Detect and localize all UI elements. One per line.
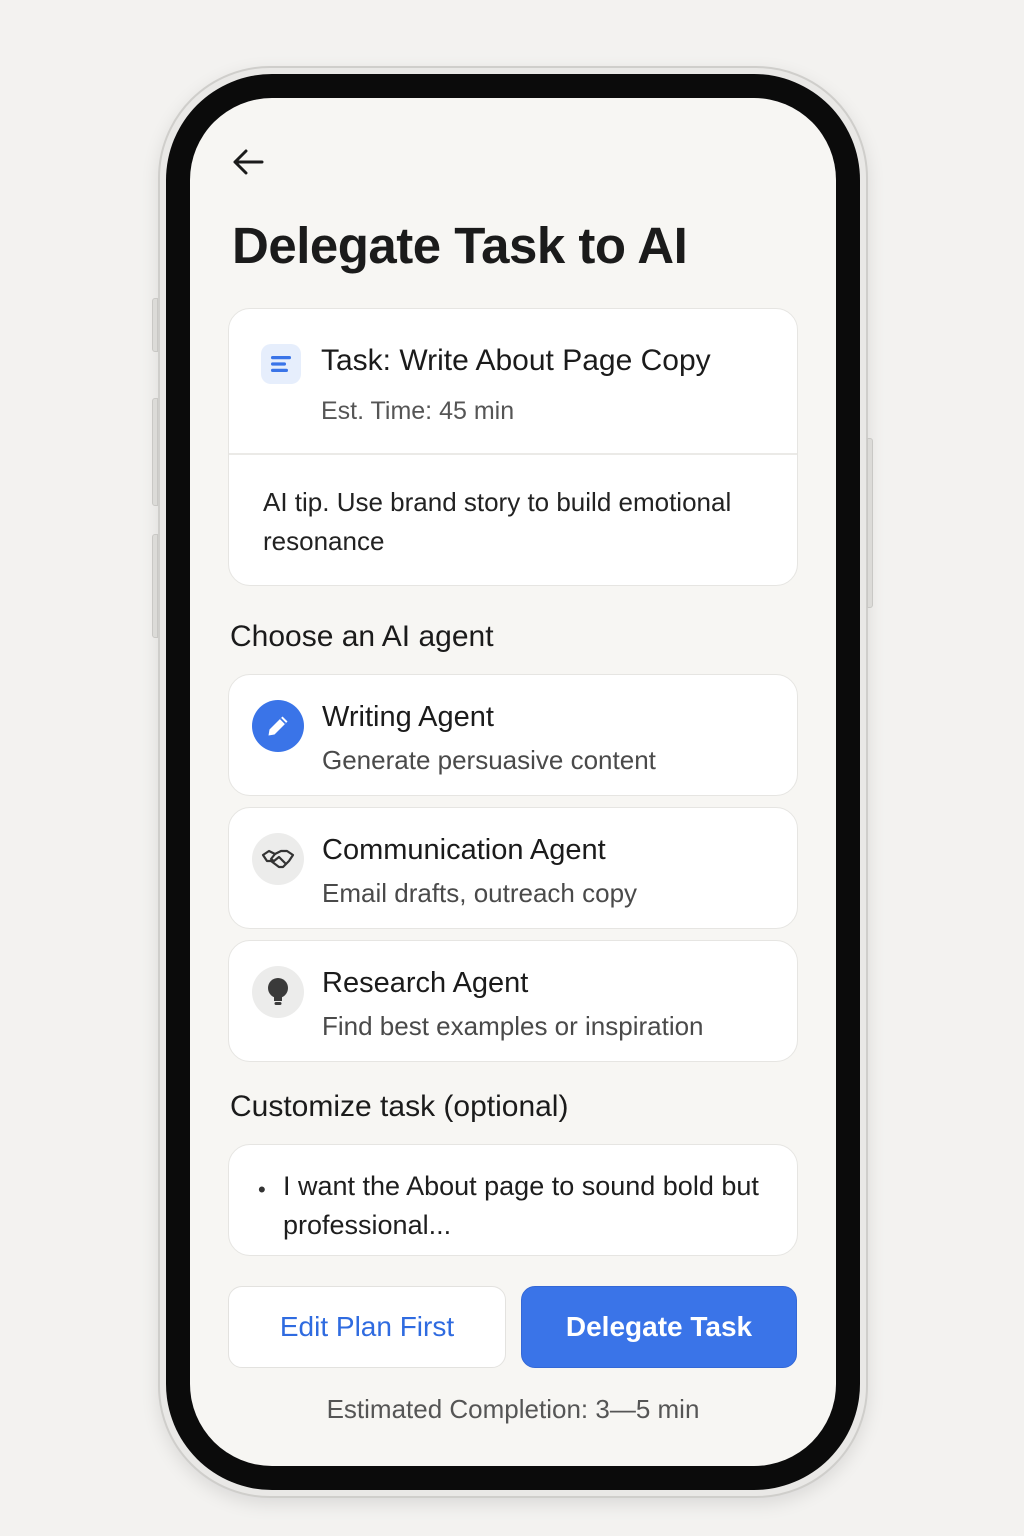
agent-description: Email drafts, outreach copy bbox=[322, 878, 638, 908]
edit-plan-button[interactable]: Edit Plan First bbox=[228, 1286, 506, 1368]
document-lines-icon bbox=[261, 344, 301, 384]
bullet: • bbox=[258, 1177, 266, 1202]
agents-heading: Choose an AI agent bbox=[230, 620, 494, 653]
page-title: Delegate Task to AI bbox=[232, 217, 688, 274]
app-screen: Delegate Task to AI Task: Write About Pa… bbox=[190, 98, 836, 1466]
handshake-icon bbox=[252, 833, 304, 885]
back-button[interactable] bbox=[226, 142, 270, 182]
task-estimated-time: Est. Time: 45 min bbox=[321, 397, 515, 425]
agent-name: Communication Agent bbox=[322, 834, 606, 866]
arrow-left-icon bbox=[233, 149, 264, 175]
delegate-task-button[interactable]: Delegate Task bbox=[521, 1286, 797, 1368]
customize-task-input[interactable]: • I want the About page to sound bold bu… bbox=[228, 1144, 798, 1256]
volume-up-button bbox=[152, 398, 158, 506]
lightbulb-icon bbox=[252, 966, 304, 1018]
task-card: Task: Write About Page Copy Est. Time: 4… bbox=[228, 308, 798, 586]
mute-switch bbox=[152, 298, 158, 352]
volume-down-button bbox=[152, 534, 158, 638]
task-title: Task: Write About Page Copy bbox=[321, 344, 711, 377]
divider bbox=[229, 453, 797, 455]
pencil-icon bbox=[252, 700, 304, 752]
agent-option-research[interactable]: Research Agent Find best examples or ins… bbox=[228, 940, 798, 1062]
customize-task-text[interactable]: I want the About page to sound bold but … bbox=[283, 1167, 783, 1245]
agent-name: Research Agent bbox=[322, 967, 529, 999]
agent-name: Writing Agent bbox=[322, 701, 494, 733]
agent-option-communication[interactable]: Communication Agent Email drafts, outrea… bbox=[228, 807, 798, 929]
estimated-completion: Estimated Completion: 3—5 min bbox=[326, 1394, 700, 1424]
agent-option-writing[interactable]: Writing Agent Generate persuasive conten… bbox=[228, 674, 798, 796]
agent-description: Generate persuasive content bbox=[322, 745, 656, 775]
customize-heading: Customize task (optional) bbox=[230, 1090, 569, 1123]
agent-description: Find best examples or inspiration bbox=[322, 1011, 704, 1041]
power-button bbox=[867, 438, 873, 608]
ai-tip: AI tip. Use brand story to build emotion… bbox=[263, 487, 732, 556]
